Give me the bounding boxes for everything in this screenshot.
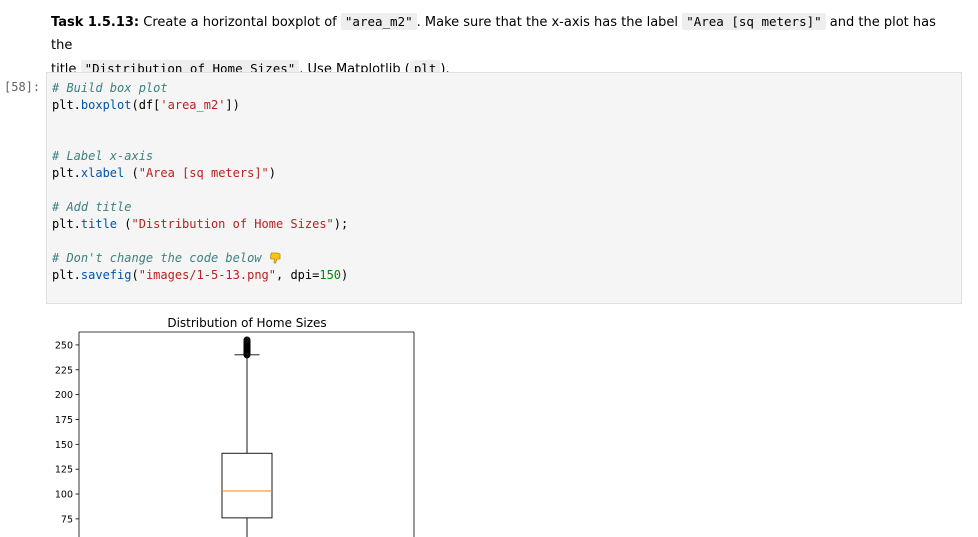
code-token: (df[ [131, 98, 161, 112]
code-token: ( [124, 166, 139, 180]
code-token: ]) [225, 98, 240, 112]
code-number: 150 [319, 268, 342, 282]
cell-prompt: [58]: [4, 80, 41, 94]
chart-title: Distribution of Home Sizes [167, 316, 326, 330]
y-tick-label: 175 [55, 415, 73, 426]
code-token: boxplot [80, 98, 132, 112]
code-token: ( [131, 268, 139, 282]
code-token: ); [333, 217, 349, 231]
thumbs-down-emoji-icon [269, 252, 281, 264]
box-iqr [221, 452, 273, 519]
task-markdown-cell: Task 1.5.13: Create a horizontal boxplot… [51, 10, 951, 81]
y-tick-label: 250 [55, 340, 73, 351]
code-token: plt. [52, 268, 81, 282]
y-tick-label: 150 [55, 440, 73, 451]
y-tick-label: 100 [55, 490, 73, 501]
y-tick-label: 75 [61, 514, 73, 525]
inline-code: "Area [sq meters]" [682, 13, 826, 30]
y-tick-label: 125 [55, 465, 73, 476]
code-lines[interactable]: # Build box plot plt.boxplot(df['area_m2… [52, 80, 348, 284]
code-token: savefig [80, 268, 132, 282]
y-tick-label: 200 [55, 390, 73, 401]
code-token: title [80, 217, 118, 231]
code-string: "Area [sq meters]" [138, 166, 269, 180]
code-comment: # Don't change the code below [52, 251, 269, 265]
code-token: ) [341, 268, 349, 282]
code-comment: # Label x-axis [52, 149, 154, 163]
code-token: xlabel [80, 166, 125, 180]
inline-code: "area_m2" [340, 13, 417, 30]
code-token: plt. [52, 98, 81, 112]
code-cell-editor[interactable]: # Build box plot plt.boxplot(df['area_m2… [46, 72, 962, 304]
boxplot-output: Distribution of Home Sizes 75 100 125 150 17… [55, 316, 415, 537]
y-tick-label: 225 [55, 365, 73, 376]
code-string: 'area_m2' [160, 98, 226, 112]
code-token: ) [268, 166, 276, 180]
code-comment: # Build box plot [52, 81, 168, 95]
code-token: ( [117, 217, 132, 231]
code-string: "Distribution of Home Sizes" [131, 217, 334, 231]
code-comment: # Add title [52, 200, 132, 214]
task-label: Task 1.5.13: [51, 15, 140, 30]
code-token: plt. [52, 166, 81, 180]
code-string: "images/1-5-13.png" [138, 268, 276, 282]
task-text: . Make sure that the x-axis has the labe… [416, 15, 683, 30]
code-token: plt. [52, 217, 81, 231]
task-text: Create a horizontal boxplot of [139, 15, 341, 30]
code-token: , dpi= [276, 268, 320, 282]
